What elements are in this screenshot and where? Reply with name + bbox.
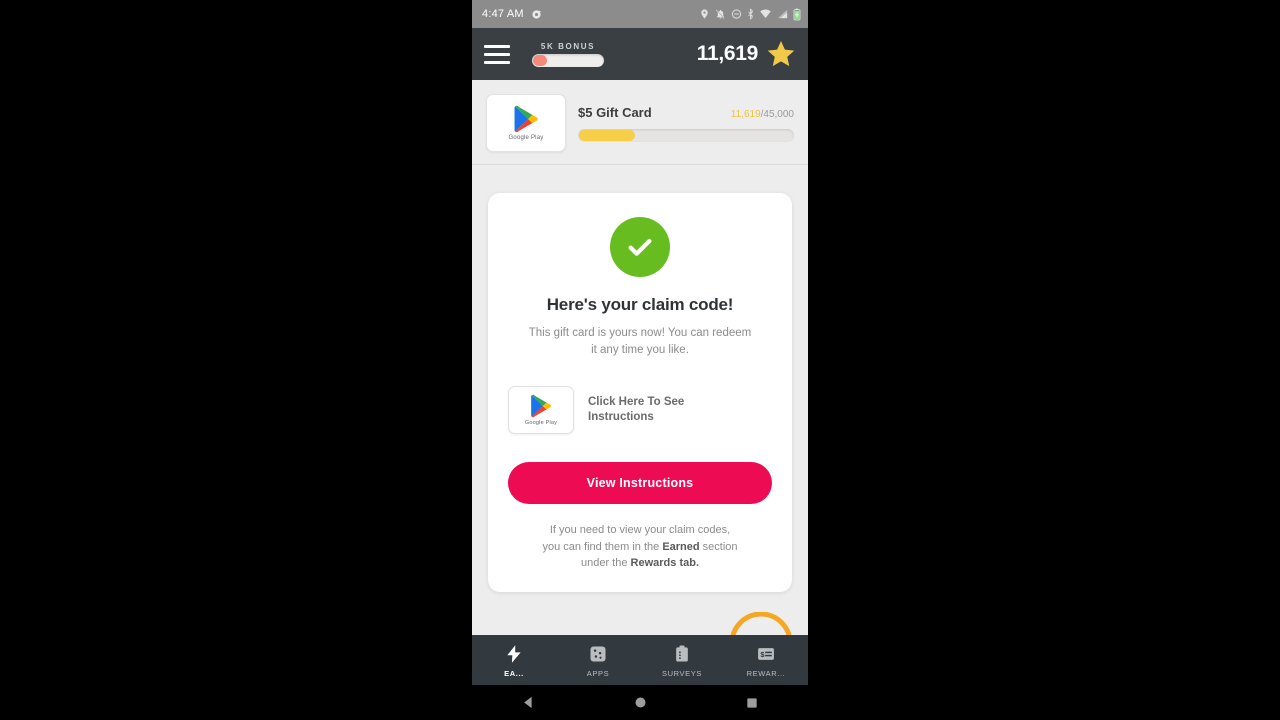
footnote-line-3: under the Rewards tab. — [508, 555, 772, 572]
google-play-caption: Google Play — [508, 135, 544, 141]
money-card-icon: $ — [758, 647, 774, 660]
hamburger-menu-icon[interactable] — [484, 44, 510, 64]
gift-card-progress-count: 11,619/45,000 — [731, 109, 794, 120]
android-navigation-bar — [472, 685, 808, 720]
hamburger-bar — [484, 52, 510, 56]
google-play-caption: Google Play — [524, 420, 558, 427]
tab-surveys[interactable]: SURVEYS — [640, 635, 724, 685]
check-circle-icon — [610, 217, 670, 277]
instructions-link-text: Click Here To See Instructions — [588, 395, 684, 426]
status-bar-system-icons — [699, 8, 801, 21]
main-content-area: Here's your claim code! This gift card i… — [472, 165, 808, 685]
view-instructions-button[interactable]: View Instructions — [508, 462, 772, 505]
footnote-line-3-prefix: under the — [580, 557, 631, 570]
footnote-line-2-suffix: section — [699, 540, 738, 553]
location-icon — [701, 9, 708, 19]
gift-card-goal: 45,000 — [763, 108, 794, 120]
points-value: 11,619 — [696, 42, 759, 65]
footnote-line-2-prefix: you can find them in the — [542, 540, 663, 553]
gift-card-earned: 11,619 — [730, 108, 761, 120]
lightning-bolt-icon — [507, 644, 521, 663]
status-bar-clock: 4:47 AM — [482, 8, 524, 20]
footnote-line-2: you can find them in the Earned section — [508, 539, 772, 556]
star-icon — [767, 41, 795, 67]
footnote-rewards-label: Rewards tab. — [630, 557, 699, 570]
tab-earn[interactable]: EA... — [472, 635, 556, 685]
cellular-signal-icon — [777, 9, 788, 19]
instructions-line-2: Instructions — [588, 411, 654, 424]
checkmark-icon — [628, 238, 652, 256]
notifications-off-icon — [715, 9, 725, 19]
wifi-icon — [760, 9, 771, 18]
tab-earn-label: EA... — [504, 668, 524, 678]
tab-rewards-label: REWAR... — [746, 668, 786, 678]
do-not-disturb-icon — [731, 9, 742, 19]
instructions-line-1: Click Here To See — [588, 395, 685, 408]
instructions-link-row[interactable]: Google Play Click Here To See Instructio… — [508, 386, 772, 435]
phone-viewport: 4:47 AM 5K BONUS 11,619 Google Play $5 G… — [472, 0, 808, 685]
clipboard-icon — [676, 645, 688, 661]
gift-card-title: $5 Gift Card — [578, 104, 652, 120]
footnote-text: If you need to view your claim codes, yo… — [508, 522, 772, 572]
points-balance[interactable]: 11,619 — [697, 39, 796, 69]
gift-card-header-row: $5 Gift Card 11,619/45,000 — [578, 105, 794, 120]
tab-surveys-label: SURVEYS — [662, 668, 702, 678]
bottom-tab-bar: EA... APPS SURVEYS $ REWAR... — [472, 635, 808, 685]
google-play-tile-small: Google Play — [508, 386, 574, 435]
hamburger-bar — [484, 44, 510, 48]
gift-card-progress-fill — [579, 129, 635, 141]
battery-icon — [793, 8, 801, 20]
claim-code-card: Here's your claim code! This gift card i… — [488, 193, 792, 592]
home-circle-icon[interactable] — [633, 695, 648, 710]
gift-card-info: $5 Gift Card 11,619/45,000 — [578, 105, 794, 142]
screen-root: 4:47 AM 5K BONUS 11,619 Google Play $5 G… — [0, 0, 1280, 720]
tab-apps-label: APPS — [586, 668, 610, 678]
recents-square-icon[interactable] — [745, 696, 759, 710]
notification-dot-icon — [532, 9, 541, 19]
bonus-label: 5K BONUS — [540, 41, 596, 51]
footnote-line-1: If you need to view your claim codes, — [549, 524, 731, 537]
back-triangle-icon[interactable] — [521, 695, 536, 710]
google-play-logo-icon — [514, 105, 538, 133]
android-status-bar: 4:47 AM — [472, 0, 808, 28]
footnote-earned-label: Earned — [662, 540, 700, 553]
gift-card-progress-track — [578, 128, 794, 142]
bonus-progress[interactable]: 5K BONUS — [532, 42, 604, 67]
hamburger-bar — [484, 60, 510, 64]
status-bar-notifications — [531, 9, 542, 20]
bonus-progress-track — [532, 53, 604, 67]
dice-icon — [590, 646, 606, 661]
claim-subtitle: This gift card is yours now! You can red… — [528, 327, 752, 356]
google-play-logo-icon — [531, 395, 552, 418]
app-header: 5K BONUS 11,619 — [472, 28, 808, 80]
google-play-tile: Google Play — [486, 94, 566, 152]
bluetooth-icon — [748, 8, 753, 20]
bonus-progress-fill — [533, 54, 548, 66]
tab-rewards[interactable]: $ REWAR... — [724, 635, 808, 685]
page-title: Here's your claim code! — [546, 295, 734, 314]
gift-card-progress-strip[interactable]: Google Play $5 Gift Card 11,619/45,000 — [472, 80, 808, 164]
tab-apps[interactable]: APPS — [556, 635, 640, 685]
